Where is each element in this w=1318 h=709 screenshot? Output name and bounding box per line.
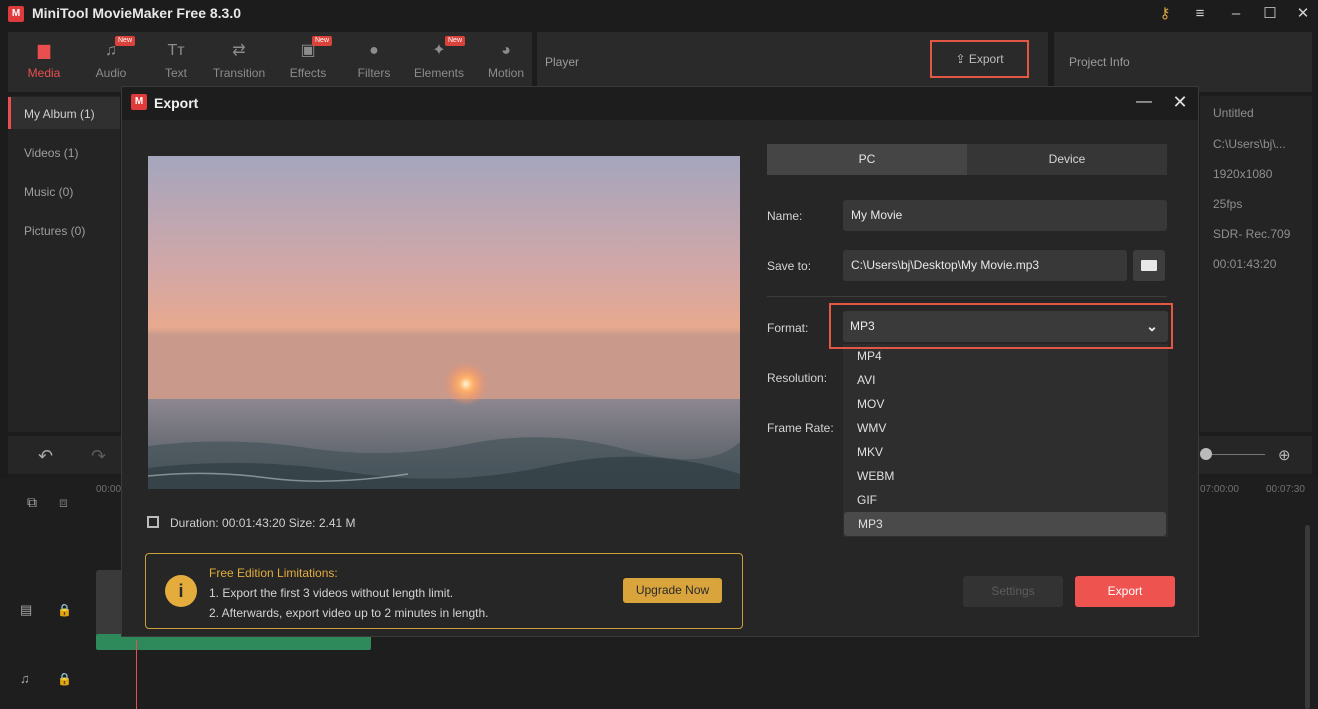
lock-icon[interactable]: 🔒 [57, 603, 72, 617]
tab-text[interactable]: Tт Text [146, 40, 206, 88]
undo-icon[interactable]: ↶ [38, 446, 53, 467]
filters-icon: ● [369, 42, 379, 59]
notice-line: 2. Afterwards, export video up to 2 minu… [209, 606, 489, 620]
format-option-mov[interactable]: MOV [843, 392, 1168, 416]
motion-icon: ◕ [501, 42, 511, 59]
upgrade-now-button[interactable]: Upgrade Now [623, 578, 722, 603]
zoom-slider-handle[interactable] [1200, 448, 1212, 460]
duration-info: Duration: 00:01:43:20 Size: 2.41 M [170, 516, 356, 530]
media-active-indicator [8, 97, 11, 129]
folder-icon: ▆ [37, 42, 51, 59]
lock-icon[interactable]: 🔒 [57, 672, 72, 686]
notice-title: Free Edition Limitations: [209, 566, 338, 580]
sidebar-item-music[interactable]: Music (0) [24, 185, 73, 199]
project-resolution: 1920x1080 [1213, 167, 1273, 181]
timeline-scrollbar[interactable] [1305, 525, 1310, 709]
name-input[interactable]: My Movie [843, 200, 1167, 231]
app-logo: M [8, 6, 24, 22]
settings-button[interactable]: Settings [963, 576, 1063, 607]
format-option-mp3[interactable]: MP3 [844, 512, 1166, 536]
format-dropdown-list: MP4 AVI MOV WMV MKV WEBM GIF MP3 [843, 344, 1168, 537]
upload-icon: ⇪ [955, 52, 969, 66]
tab-pc[interactable]: PC [767, 144, 967, 175]
zoom-slider-track[interactable] [1212, 454, 1265, 455]
tab-effects[interactable]: ▣ Effects [278, 40, 338, 88]
tab-filters[interactable]: ● Filters [344, 40, 404, 88]
app-logo: M [131, 94, 147, 110]
project-colorspace: SDR- Rec.709 [1213, 227, 1291, 241]
browse-folder-button[interactable] [1133, 250, 1165, 281]
folder-icon [1141, 260, 1157, 271]
format-option-webm[interactable]: WEBM [843, 464, 1168, 488]
transition-icon: ⇄ [232, 42, 246, 59]
save-path-input[interactable]: C:\Users\bj\Desktop\My Movie.mp3 [843, 250, 1127, 281]
info-icon: i [165, 575, 197, 607]
tab-media[interactable]: ▆ Media [14, 40, 74, 88]
timecode: 00:07:30 [1266, 484, 1305, 495]
tab-audio[interactable]: ♫ Audio [81, 40, 141, 88]
maximize-button[interactable]: ☐ [1256, 4, 1284, 24]
redo-icon[interactable]: ↷ [91, 446, 106, 467]
zoom-in-icon[interactable]: ⊕ [1278, 446, 1291, 464]
add-track-icon[interactable]: ⧉ [27, 494, 37, 511]
minimize-button[interactable]: – [1222, 4, 1250, 24]
notice-line: 1. Export the first 3 videos without len… [209, 586, 454, 600]
sidebar-item-videos[interactable]: Videos (1) [24, 146, 78, 160]
playhead[interactable] [136, 640, 137, 709]
tab-motion[interactable]: ◕ Motion [476, 40, 536, 88]
tab-elements[interactable]: ✦ Elements [409, 40, 469, 88]
text-icon: Tт [167, 42, 185, 59]
new-badge: New [312, 36, 333, 46]
app-title: MiniTool MovieMaker Free 8.3.0 [32, 5, 242, 21]
frame-rate-label: Frame Rate: [767, 421, 834, 435]
minimize-icon[interactable]: — [1134, 92, 1154, 112]
sidebar-item-pictures[interactable]: Pictures (0) [24, 224, 85, 238]
timecode: 07:00:00 [1200, 484, 1239, 495]
project-name: Untitled [1213, 106, 1254, 120]
project-duration: 00:01:43:20 [1213, 257, 1277, 271]
tab-device[interactable]: Device [967, 144, 1167, 175]
close-button[interactable]: ✕ [1289, 4, 1317, 24]
new-badge: New [445, 36, 466, 46]
divider [767, 296, 1167, 297]
player-label: Player [545, 55, 580, 69]
export-dialog-header [122, 87, 1198, 120]
export-button[interactable]: Export [1075, 576, 1175, 607]
close-icon[interactable]: ✕ [1170, 92, 1190, 112]
format-option-avi[interactable]: AVI [843, 368, 1168, 392]
name-label: Name: [767, 209, 803, 223]
video-preview [148, 156, 740, 489]
save-to-label: Save to: [767, 259, 812, 273]
format-option-gif[interactable]: GIF [843, 488, 1168, 512]
format-highlight-frame [829, 303, 1173, 349]
film-icon [147, 516, 159, 528]
export-dialog-title: Export [154, 95, 199, 111]
video-track-icon: ▤ [20, 602, 33, 617]
project-framerate: 25fps [1213, 197, 1243, 211]
format-option-wmv[interactable]: WMV [843, 416, 1168, 440]
export-top-button[interactable]: ⇪ Export [930, 40, 1029, 78]
format-label: Format: [767, 321, 809, 335]
menu-icon[interactable]: ≡ [1186, 4, 1214, 24]
sidebar-item-my-album[interactable]: My Album (1) [24, 107, 95, 121]
timecode: 00:00 [96, 484, 122, 495]
project-path: C:\Users\bj\... [1213, 137, 1286, 151]
resolution-label: Resolution: [767, 371, 828, 385]
key-icon[interactable]: ⚷ [1151, 4, 1179, 24]
project-info-label: Project Info [1069, 55, 1130, 69]
remove-track-icon[interactable]: ⧈ [59, 494, 68, 511]
tab-transition[interactable]: ⇄ Transition [209, 40, 269, 88]
format-option-mkv[interactable]: MKV [843, 440, 1168, 464]
new-badge: New [115, 36, 136, 46]
audio-track-icon: ♫ [20, 671, 30, 686]
